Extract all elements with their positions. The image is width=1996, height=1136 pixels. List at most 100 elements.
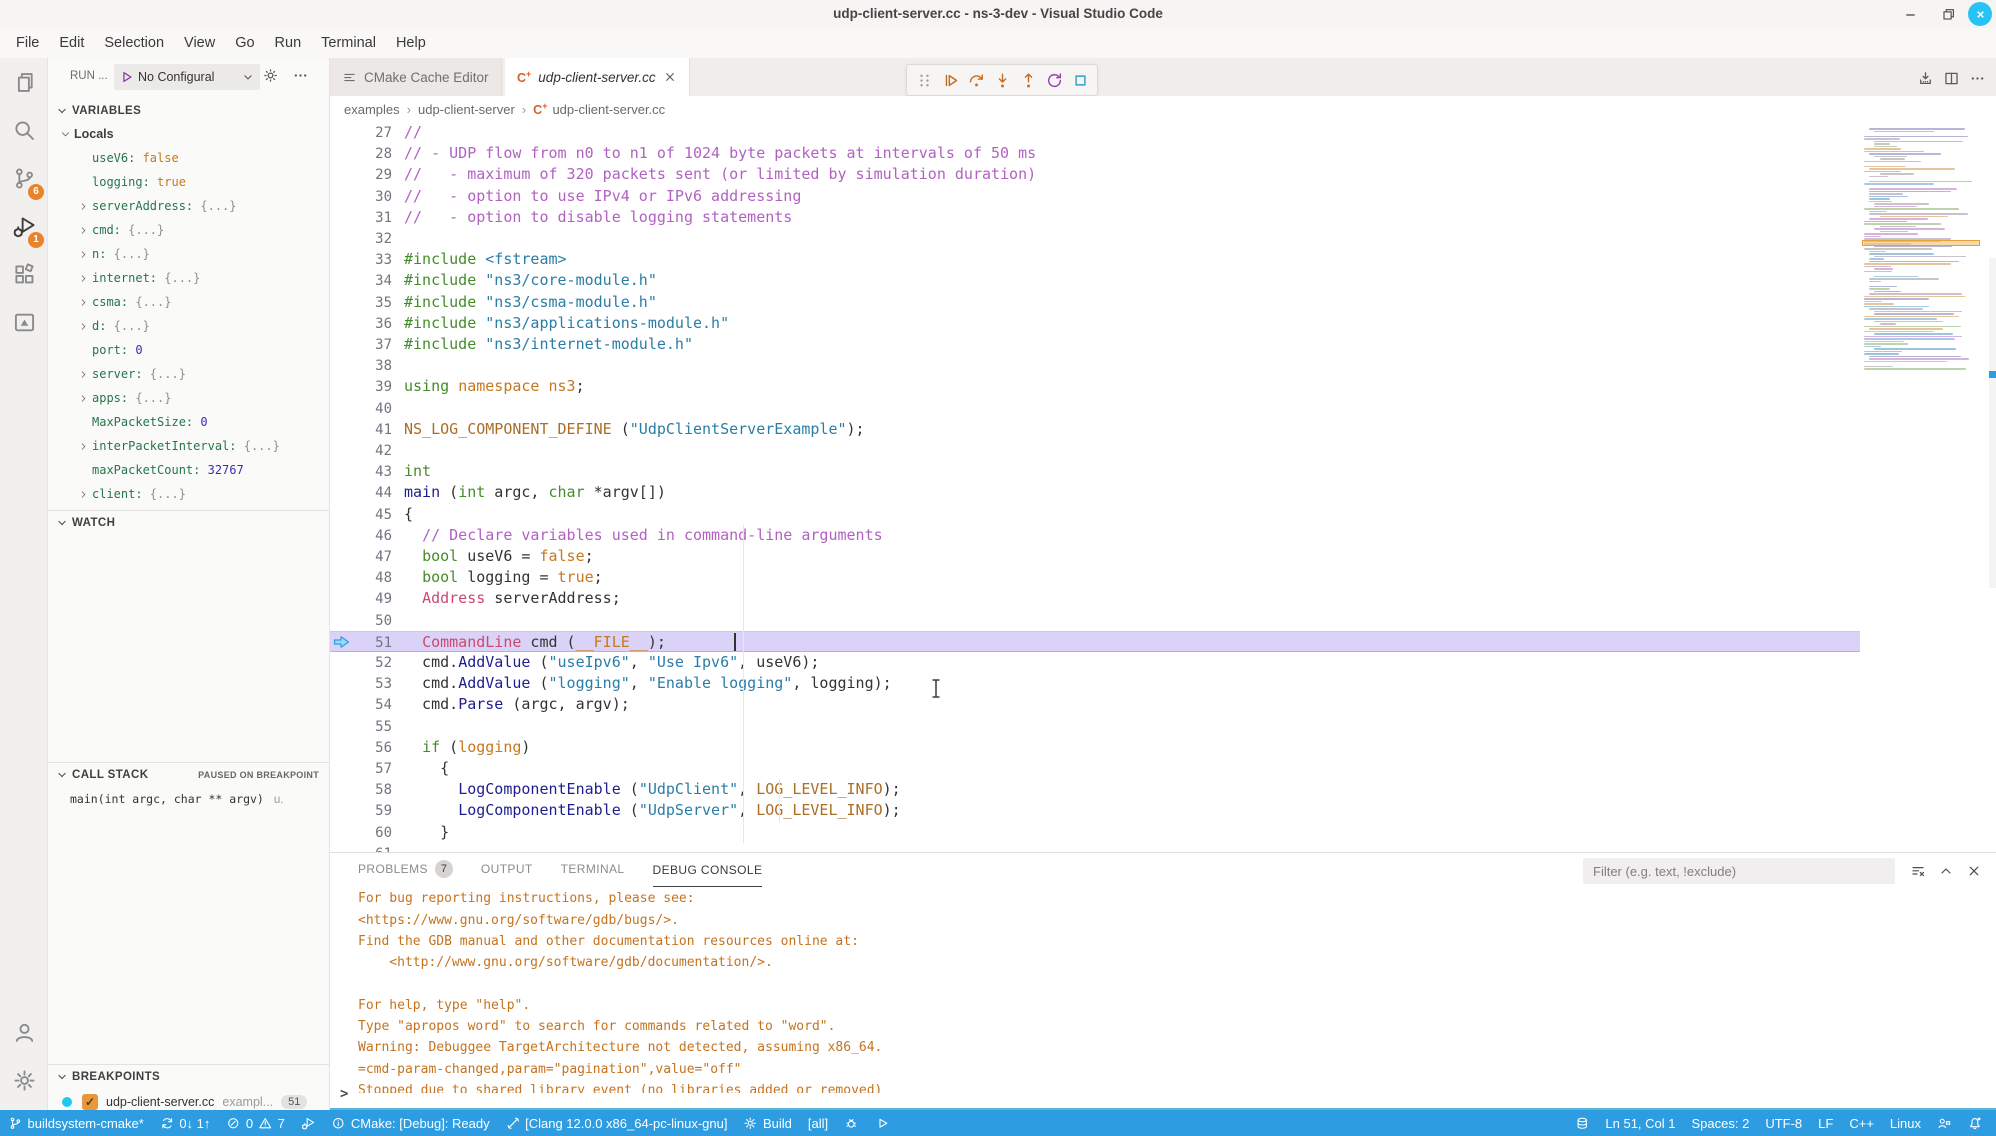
chevron-up-button[interactable] <box>1932 858 1960 884</box>
more-actions-icon[interactable] <box>292 67 309 84</box>
step-into-button[interactable] <box>989 67 1015 93</box>
variable-row[interactable]: logging: true <box>48 170 329 194</box>
step-out-button[interactable] <box>1015 67 1041 93</box>
line-number[interactable]: 36 <box>330 314 392 335</box>
line-number[interactable]: 56 <box>330 738 392 759</box>
line-number[interactable]: 58 <box>330 780 392 801</box>
line-number[interactable]: 39 <box>330 377 392 398</box>
activity-item-settings[interactable] <box>0 1056 48 1104</box>
code-line-36[interactable]: 36#include "ns3/applications-module.h" <box>330 313 1860 334</box>
close-icon[interactable] <box>663 70 677 84</box>
activity-item-account[interactable] <box>0 1008 48 1056</box>
code-line-51[interactable]: 51 CommandLine cmd (__FILE__); <box>330 631 1860 652</box>
status-indentation[interactable]: Spaces: 2 <box>1684 1110 1758 1136</box>
code-line-47[interactable]: 47 bool useV6 = false; <box>330 546 1860 567</box>
code-line-58[interactable]: 58 LogComponentEnable ("UdpClient", LOG_… <box>330 779 1860 800</box>
code-line-49[interactable]: 49 Address serverAddress; <box>330 588 1860 609</box>
line-number[interactable]: 29 <box>330 165 392 186</box>
line-number[interactable]: 37 <box>330 335 392 356</box>
activity-item-source-control[interactable]: 6 <box>0 154 48 202</box>
status-cmake-status[interactable]: CMake: [Debug]: Ready <box>323 1110 497 1136</box>
variable-row[interactable]: cmd: {...} <box>48 218 329 242</box>
line-number[interactable]: 55 <box>330 717 392 738</box>
import-button[interactable] <box>1912 65 1938 91</box>
line-number[interactable]: 52 <box>330 653 392 674</box>
menu-run[interactable]: Run <box>265 28 312 58</box>
call-stack-section-header[interactable]: CALL STACK PAUSED ON BREAKPOINT <box>48 764 329 786</box>
debug-console-prompt[interactable]: > <box>340 1086 348 1104</box>
variable-row[interactable]: client: {...} <box>48 482 329 506</box>
chevron-right-icon[interactable] <box>74 369 92 380</box>
code-line-40[interactable]: 40 <box>330 398 1860 419</box>
split-editor-button[interactable] <box>1938 65 1964 91</box>
close-button[interactable] <box>1968 2 1992 26</box>
variable-row[interactable]: interPacketInterval: {...} <box>48 434 329 458</box>
code-line-38[interactable]: 38 <box>330 355 1860 376</box>
variable-row[interactable]: MaxPacketSize: 0 <box>48 410 329 434</box>
status-feedback[interactable] <box>1929 1110 1960 1136</box>
menu-file[interactable]: File <box>6 28 49 58</box>
status-cursor-position[interactable]: Ln 51, Col 1 <box>1597 1110 1683 1136</box>
line-number[interactable]: 47 <box>330 547 392 568</box>
code-line-39[interactable]: 39using namespace ns3; <box>330 376 1860 397</box>
chevron-right-icon[interactable] <box>74 393 92 404</box>
line-number[interactable]: 38 <box>330 356 392 377</box>
code-line-43[interactable]: 43int <box>330 461 1860 482</box>
breakpoint-checkbox[interactable]: ✓ <box>82 1094 98 1110</box>
status-problems-status[interactable]: 07 <box>218 1110 292 1136</box>
line-number[interactable]: 46 <box>330 526 392 547</box>
code-line-55[interactable]: 55 <box>330 716 1860 737</box>
tab-udp-client-server-cc[interactable]: C+udp-client-server.cc <box>505 58 690 96</box>
code-line-41[interactable]: 41NS_LOG_COMPONENT_DEFINE ("UdpClientSer… <box>330 419 1860 440</box>
code-line-28[interactable]: 28// - UDP flow from n0 to n1 of 1024 by… <box>330 143 1860 164</box>
chevron-right-icon[interactable] <box>74 321 92 332</box>
menu-selection[interactable]: Selection <box>94 28 174 58</box>
variable-row[interactable]: apps: {...} <box>48 386 329 410</box>
status-build-button[interactable]: Build <box>735 1110 799 1136</box>
code-line-30[interactable]: 30// - option to use IPv4 or IPv6 addres… <box>330 186 1860 207</box>
code-line-44[interactable]: 44main (int argc, char *argv[]) <box>330 482 1860 503</box>
code-line-32[interactable]: 32 <box>330 228 1860 249</box>
status-remote-os[interactable]: Linux <box>1882 1110 1929 1136</box>
line-number[interactable]: 28 <box>330 144 392 165</box>
activity-item-test-explorer[interactable] <box>0 298 48 346</box>
line-number[interactable]: 32 <box>330 229 392 250</box>
code-line-48[interactable]: 48 bool logging = true; <box>330 567 1860 588</box>
chevron-right-icon[interactable] <box>74 249 92 260</box>
code-line-29[interactable]: 29// - maximum of 320 packets sent (or l… <box>330 164 1860 185</box>
activity-item-extensions[interactable] <box>0 250 48 298</box>
code-line-50[interactable]: 50 <box>330 610 1860 631</box>
status-source-control-status[interactable]: buildsystem-cmake* <box>0 1110 152 1136</box>
minimap[interactable] <box>1860 122 1996 852</box>
minimize-button[interactable] <box>1898 2 1922 26</box>
code-line-57[interactable]: 57 { <box>330 758 1860 779</box>
code-line-59[interactable]: 59 LogComponentEnable ("UdpServer", LOG_… <box>330 800 1860 821</box>
stack-frame-row[interactable]: main(int argc, char ** argv)u. <box>70 788 351 810</box>
variable-row[interactable]: internet: {...} <box>48 266 329 290</box>
gear-icon[interactable] <box>262 67 279 84</box>
variable-row[interactable]: useV6: false <box>48 146 329 170</box>
line-number[interactable]: 42 <box>330 441 392 462</box>
launch-config-dropdown[interactable]: No Configural <box>114 64 260 90</box>
breadcrumb-item[interactable]: udp-client-server <box>418 102 515 117</box>
status-build-target[interactable]: [all] <box>800 1110 836 1136</box>
variable-row[interactable]: d: {...} <box>48 314 329 338</box>
variable-row[interactable]: server: {...} <box>48 362 329 386</box>
variables-section-header[interactable]: VARIABLES <box>48 100 329 122</box>
chevron-right-icon[interactable] <box>74 201 92 212</box>
status-notifications[interactable] <box>1960 1110 1991 1136</box>
status-eol[interactable]: LF <box>1810 1110 1841 1136</box>
activity-item-search[interactable] <box>0 106 48 154</box>
status-sync-status[interactable]: 0↓ 1↑ <box>152 1110 219 1136</box>
minimap-scrollbar[interactable] <box>1989 258 1996 588</box>
line-number[interactable]: 31 <box>330 208 392 229</box>
step-over-button[interactable] <box>963 67 989 93</box>
panel-tab-output[interactable]: OUTPUT <box>481 853 533 887</box>
stop-button[interactable] <box>1067 67 1093 93</box>
line-number[interactable]: 54 <box>330 695 392 716</box>
breakpoints-section-header[interactable]: BREAKPOINTS <box>48 1066 329 1088</box>
code-line-61[interactable]: 61 <box>330 843 1860 852</box>
tab-cmake-cache-editor[interactable]: CMake Cache Editor <box>330 58 502 96</box>
line-number[interactable]: 40 <box>330 399 392 420</box>
clear-all-button[interactable] <box>1904 858 1932 884</box>
